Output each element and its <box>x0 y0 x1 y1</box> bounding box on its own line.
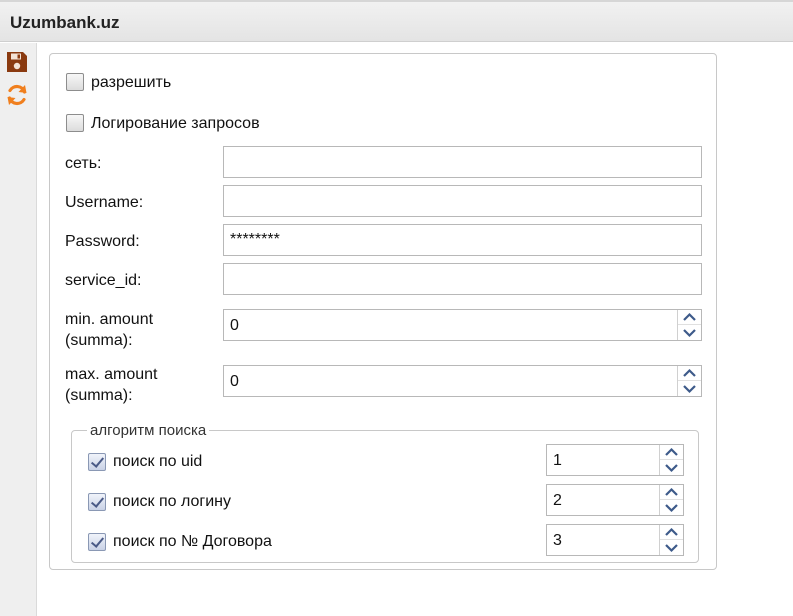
save-button[interactable] <box>4 49 30 75</box>
password-label: Password: <box>65 233 140 250</box>
refresh-icon <box>7 84 27 106</box>
chevron-up-icon <box>665 487 678 496</box>
search-algorithm-legend: алгоритм поиска <box>87 422 210 439</box>
search-login-order-arrows <box>659 485 683 515</box>
search-login-label: поиск по логину <box>113 493 231 510</box>
logging-checkbox[interactable] <box>66 114 84 132</box>
min-amount-increment-button[interactable] <box>678 310 701 325</box>
search-uid-order-spinner[interactable]: 1 <box>546 444 684 476</box>
search-uid-order-value: 1 <box>553 452 562 469</box>
title-bar: Uzumbank.uz <box>0 0 793 42</box>
search-uid-order-decrement-button[interactable] <box>660 460 683 475</box>
enable-checkbox[interactable] <box>66 73 84 91</box>
search-contract-order-value: 3 <box>553 532 562 549</box>
search-uid-order-increment-button[interactable] <box>660 445 683 460</box>
search-contract-order-spinner[interactable]: 3 <box>546 524 684 556</box>
network-input[interactable] <box>223 146 702 178</box>
service-id-input[interactable] <box>223 263 702 295</box>
search-login-order-value: 2 <box>553 492 562 509</box>
min-amount-spinner[interactable]: 0 <box>223 309 702 341</box>
max-amount-value: 0 <box>230 373 239 390</box>
chevron-up-icon <box>683 368 696 377</box>
search-uid-checkbox[interactable] <box>88 453 106 471</box>
window-title: Uzumbank.uz <box>10 13 120 32</box>
min-amount-arrows <box>677 310 701 340</box>
network-label: сеть: <box>65 155 102 172</box>
search-contract-order-arrows <box>659 525 683 555</box>
search-uid-label: поиск по uid <box>113 453 203 470</box>
search-algorithm-group: алгоритм поиска поиск по uid 1 поиск по … <box>71 422 699 563</box>
search-uid-order-arrows <box>659 445 683 475</box>
max-amount-spinner[interactable]: 0 <box>223 365 702 397</box>
max-amount-label: max. amount <box>65 366 158 383</box>
username-input[interactable] <box>223 185 702 217</box>
max-amount-increment-button[interactable] <box>678 366 701 381</box>
search-login-order-increment-button[interactable] <box>660 485 683 500</box>
chevron-down-icon <box>683 329 696 338</box>
min-amount-value: 0 <box>230 317 239 334</box>
logging-label: Логирование запросов <box>91 115 260 132</box>
password-input[interactable] <box>223 224 702 256</box>
settings-panel: разрешить Логирование запросов сеть: Use… <box>49 53 717 570</box>
side-toolbar <box>0 43 37 616</box>
min-amount-decrement-button[interactable] <box>678 325 701 340</box>
chevron-down-icon <box>683 385 696 394</box>
chevron-up-icon <box>683 312 696 321</box>
enable-label: разрешить <box>91 74 172 91</box>
max-amount-label-summa: (summa): <box>65 387 133 404</box>
chevron-up-icon <box>665 447 678 456</box>
floppy-disk-icon <box>7 52 27 72</box>
max-amount-arrows <box>677 366 701 396</box>
search-contract-checkbox[interactable] <box>88 533 106 551</box>
username-label: Username: <box>65 194 144 211</box>
min-amount-label-summa: (summa): <box>65 332 133 349</box>
chevron-down-icon <box>665 504 678 513</box>
search-login-order-decrement-button[interactable] <box>660 500 683 515</box>
refresh-button[interactable] <box>4 82 30 108</box>
chevron-down-icon <box>665 464 678 473</box>
min-amount-label: min. amount <box>65 311 154 328</box>
search-contract-order-increment-button[interactable] <box>660 525 683 540</box>
search-login-order-spinner[interactable]: 2 <box>546 484 684 516</box>
max-amount-decrement-button[interactable] <box>678 381 701 396</box>
chevron-down-icon <box>665 544 678 553</box>
search-login-checkbox[interactable] <box>88 493 106 511</box>
service-id-label: service_id: <box>65 272 142 289</box>
search-contract-order-decrement-button[interactable] <box>660 540 683 555</box>
search-contract-label: поиск по № Договора <box>113 533 272 550</box>
chevron-up-icon <box>665 527 678 536</box>
